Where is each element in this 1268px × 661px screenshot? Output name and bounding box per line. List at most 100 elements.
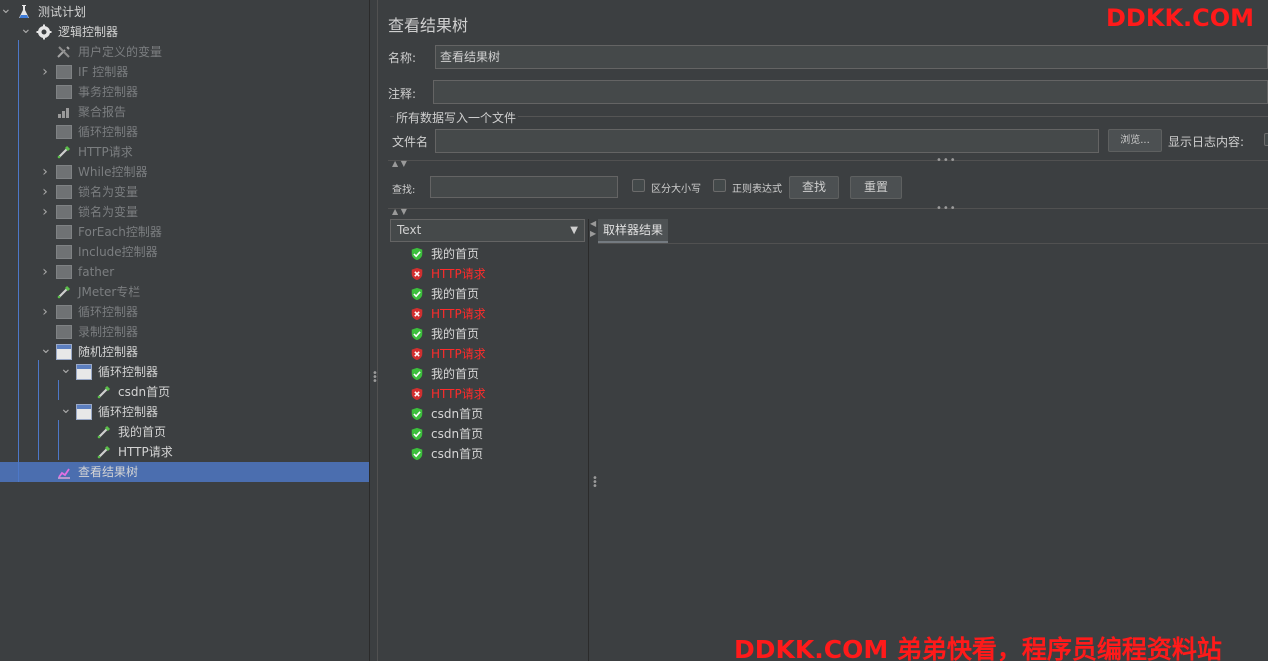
error-shield-icon bbox=[410, 267, 424, 281]
tree-node[interactable]: csdn首页 bbox=[0, 382, 369, 402]
group-border-left bbox=[390, 116, 394, 117]
chevron-down-icon[interactable]: ⌄ bbox=[60, 402, 72, 422]
tree-node[interactable]: ⌄ 随机控制器 bbox=[0, 342, 369, 362]
chevron-down-icon[interactable]: ⌄ bbox=[40, 342, 52, 362]
find-button[interactable]: 查找 bbox=[789, 176, 839, 199]
box-icon bbox=[56, 185, 72, 199]
tree-node-label: JMeter专栏 bbox=[78, 285, 141, 299]
error-shield-icon bbox=[410, 347, 424, 361]
search-input[interactable] bbox=[430, 176, 618, 198]
box-icon bbox=[56, 225, 72, 239]
renderer-selected-value: Text bbox=[397, 223, 422, 237]
tree-node[interactable]: 事务控制器 bbox=[0, 82, 369, 102]
tree-node[interactable]: › 锁名为变量 bbox=[0, 202, 369, 222]
tree-node-label: csdn首页 bbox=[118, 385, 171, 399]
tree-node[interactable]: JMeter专栏 bbox=[0, 282, 369, 302]
tree-node[interactable]: ⌄ 逻辑控制器 bbox=[0, 22, 369, 42]
box-icon bbox=[56, 65, 72, 79]
results-splitter[interactable]: ◀ ▶ • • • bbox=[588, 219, 598, 661]
tree-node-label: Include控制器 bbox=[78, 245, 158, 259]
result-item-label: HTTP请求 bbox=[431, 267, 486, 281]
chevron-right-icon[interactable]: › bbox=[40, 262, 50, 282]
tree-node[interactable]: 循环控制器 bbox=[0, 122, 369, 142]
collapse-splitter-top[interactable]: ▲ ▼ ••• bbox=[388, 155, 1268, 170]
tab-sampler-result[interactable]: 取样器结果 bbox=[598, 219, 669, 243]
chart-icon bbox=[56, 104, 72, 120]
box-icon bbox=[56, 165, 72, 179]
tree-node[interactable]: HTTP请求 bbox=[0, 442, 369, 462]
tree-guide-line bbox=[38, 360, 39, 460]
splitter-grip-icon: ••• bbox=[936, 155, 957, 166]
success-shield-icon bbox=[410, 447, 424, 461]
chevron-right-icon[interactable]: › bbox=[40, 302, 50, 322]
watermark-top: DDKK.COM bbox=[1106, 4, 1255, 32]
tree-node-label: 循环控制器 bbox=[78, 125, 139, 139]
result-item-label: HTTP请求 bbox=[431, 347, 486, 361]
vertical-splitter[interactable]: • • • bbox=[369, 0, 378, 661]
chevron-down-icon[interactable]: ⌄ bbox=[60, 362, 72, 382]
box-icon bbox=[56, 125, 72, 139]
tree-node[interactable]: › father bbox=[0, 262, 369, 282]
tree-node[interactable]: 用户定义的变量 bbox=[0, 42, 369, 62]
tree-node[interactable]: HTTP请求 bbox=[0, 142, 369, 162]
chevron-right-icon[interactable]: › bbox=[40, 182, 50, 202]
tree-node[interactable]: › 循环控制器 bbox=[0, 302, 369, 322]
collapse-arrows-icon[interactable]: ▲ ▼ bbox=[392, 207, 407, 216]
tree-node-label: 事务控制器 bbox=[78, 85, 139, 99]
tree-node[interactable]: › While控制器 bbox=[0, 162, 369, 182]
result-item-label: csdn首页 bbox=[431, 447, 484, 461]
file-group-title: 所有数据写入一个文件 bbox=[396, 111, 517, 125]
tree-node-label: 随机控制器 bbox=[78, 345, 139, 359]
tree-node[interactable]: › IF 控制器 bbox=[0, 62, 369, 82]
regex-label: 正则表达式 bbox=[732, 184, 782, 195]
regex-checkbox[interactable] bbox=[713, 179, 726, 192]
chevron-down-icon[interactable]: ⌄ bbox=[0, 2, 12, 22]
splitter-grip-icon: ••• bbox=[592, 473, 598, 492]
tree-node[interactable]: 聚合报告 bbox=[0, 102, 369, 122]
comment-input[interactable] bbox=[433, 80, 1268, 104]
test-plan-tree[interactable]: ⌄ 测试计划 ⌄ 逻辑控制器 用户定义的变量 › IF 控制器事务控制器聚合报告循环控制器 H… bbox=[0, 0, 369, 661]
chevron-right-icon[interactable]: › bbox=[40, 162, 50, 182]
box-icon bbox=[56, 245, 72, 259]
reset-button[interactable]: 重置 bbox=[850, 176, 902, 199]
tree-node-label: HTTP请求 bbox=[118, 445, 173, 459]
chevron-down-icon: ▼ bbox=[570, 225, 578, 236]
success-shield-icon bbox=[410, 287, 424, 301]
tree-node-label: 锁名为变量 bbox=[78, 185, 139, 199]
tree-node[interactable]: Include控制器 bbox=[0, 242, 369, 262]
tree-node-label: 循环控制器 bbox=[98, 405, 159, 419]
collapse-arrows-icon[interactable]: ▲ ▼ bbox=[392, 159, 407, 168]
result-item-label: csdn首页 bbox=[431, 427, 484, 441]
split-arrows-icon[interactable]: ◀ ▶ bbox=[590, 219, 596, 239]
tree-node[interactable]: 录制控制器 bbox=[0, 322, 369, 342]
search-label: 查找: bbox=[392, 185, 416, 196]
tree-node-label: 测试计划 bbox=[38, 5, 87, 19]
result-item-label: 我的首页 bbox=[431, 327, 480, 341]
success-shield-icon bbox=[410, 427, 424, 441]
tree-node-label: 锁名为变量 bbox=[78, 205, 139, 219]
filename-input[interactable] bbox=[435, 129, 1099, 153]
tree-node[interactable]: 查看结果树 bbox=[0, 462, 369, 482]
box-icon bbox=[56, 85, 72, 99]
group-border-right bbox=[518, 116, 1268, 117]
tree-node[interactable]: ForEach控制器 bbox=[0, 222, 369, 242]
case-sensitive-checkbox[interactable] bbox=[632, 179, 645, 192]
name-input[interactable]: 查看结果树 bbox=[435, 45, 1268, 69]
tree-node-label: 录制控制器 bbox=[78, 325, 139, 339]
collapse-splitter-bottom[interactable]: ▲ ▼ ••• bbox=[388, 203, 1268, 218]
browse-button[interactable]: 浏览... bbox=[1108, 129, 1162, 152]
box-icon bbox=[56, 305, 72, 319]
chevron-down-icon[interactable]: ⌄ bbox=[20, 22, 32, 42]
tree-guide-line bbox=[58, 420, 59, 460]
chevron-right-icon[interactable]: › bbox=[40, 202, 50, 222]
tree-node[interactable]: ⌄ 测试计划 bbox=[0, 2, 369, 22]
renderer-select[interactable]: Text ▼ bbox=[390, 219, 585, 242]
tree-node[interactable]: 我的首页 bbox=[0, 422, 369, 442]
tree-node[interactable]: ⌄ 循环控制器 bbox=[0, 402, 369, 422]
panel-title: 查看结果树 bbox=[388, 16, 469, 35]
chevron-right-icon[interactable]: › bbox=[40, 62, 50, 82]
tree-node-label: 聚合报告 bbox=[78, 105, 127, 119]
log-content-checkbox[interactable] bbox=[1264, 133, 1268, 146]
tree-node[interactable]: ⌄ 循环控制器 bbox=[0, 362, 369, 382]
tree-node[interactable]: › 锁名为变量 bbox=[0, 182, 369, 202]
